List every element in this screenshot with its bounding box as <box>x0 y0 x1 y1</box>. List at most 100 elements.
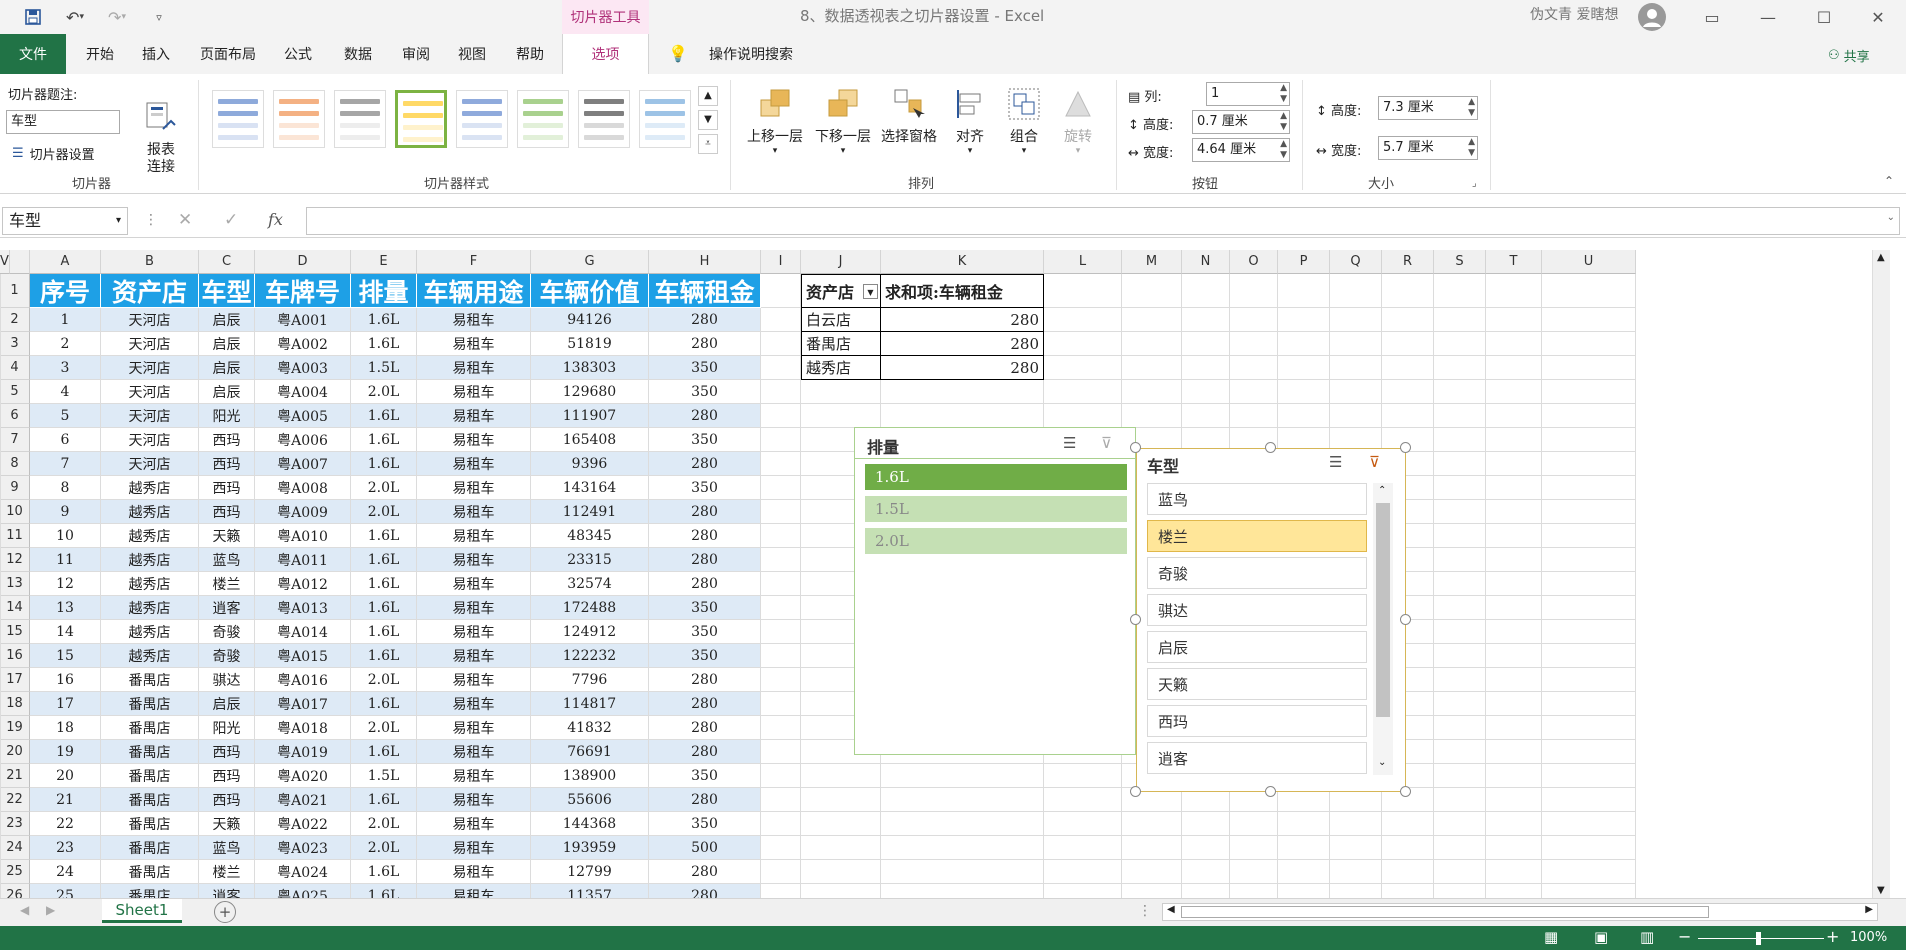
empty-cell[interactable] <box>1486 332 1542 356</box>
align-button[interactable]: 对齐 ▾ <box>946 86 994 156</box>
column-header[interactable]: B <box>101 250 199 274</box>
table-cell[interactable]: 15 <box>30 644 101 668</box>
chevron-down-icon[interactable]: ▾ <box>116 208 121 234</box>
empty-cell[interactable] <box>1486 476 1542 500</box>
table-cell[interactable]: 1.6L <box>351 596 417 620</box>
table-cell[interactable]: 1.6L <box>351 572 417 596</box>
scroll-left-icon[interactable]: ◀ <box>1167 904 1175 915</box>
empty-cell[interactable] <box>1278 812 1330 836</box>
table-cell[interactable]: 易租车 <box>417 596 531 620</box>
table-cell[interactable]: 280 <box>649 788 761 812</box>
empty-cell[interactable] <box>761 692 801 716</box>
column-header[interactable]: C <box>199 250 255 274</box>
table-cell[interactable]: 番禺店 <box>101 692 199 716</box>
empty-cell[interactable] <box>1486 644 1542 668</box>
empty-cell[interactable] <box>1542 476 1636 500</box>
table-cell[interactable]: 易租车 <box>417 476 531 500</box>
table-cell[interactable]: 350 <box>649 380 761 404</box>
empty-cell[interactable] <box>1278 308 1330 332</box>
empty-cell[interactable] <box>1382 404 1434 428</box>
table-cell[interactable]: 350 <box>649 428 761 452</box>
scroll-thumb[interactable] <box>1181 906 1709 918</box>
table-cell[interactable]: 112491 <box>531 500 649 524</box>
table-cell[interactable]: 番禺店 <box>101 788 199 812</box>
empty-cell[interactable] <box>1044 836 1122 860</box>
slicer-item[interactable]: 骐达 <box>1147 594 1367 626</box>
scroll-right-icon[interactable]: ▶ <box>1865 904 1873 915</box>
empty-cell[interactable] <box>1182 380 1230 404</box>
empty-cell[interactable] <box>761 308 801 332</box>
empty-cell[interactable] <box>1434 884 1486 898</box>
clear-filter-icon[interactable]: ⊽ <box>1101 434 1112 452</box>
table-cell[interactable]: 越秀店 <box>101 524 199 548</box>
table-cell[interactable]: 蓝鸟 <box>199 548 255 572</box>
more-icon[interactable]: ⋮ <box>1138 903 1152 919</box>
more-icon[interactable]: ⋮ <box>144 212 158 228</box>
empty-cell[interactable] <box>1542 884 1636 898</box>
empty-cell[interactable] <box>1230 404 1278 428</box>
table-cell[interactable]: 粤A021 <box>255 788 351 812</box>
empty-cell[interactable] <box>1486 716 1542 740</box>
scroll-thumb[interactable] <box>1376 503 1390 717</box>
prev-sheet-icon[interactable]: ◀ <box>20 903 29 917</box>
empty-cell[interactable] <box>0 644 1 668</box>
pivot-row-value[interactable]: 280 <box>881 356 1044 380</box>
selection-pane-button[interactable]: 选择窗格 <box>876 86 942 146</box>
table-cell[interactable]: 350 <box>649 812 761 836</box>
empty-cell[interactable] <box>1382 860 1434 884</box>
table-cell[interactable]: 启辰 <box>199 332 255 356</box>
empty-cell[interactable] <box>0 572 1 596</box>
table-cell[interactable]: 越秀店 <box>101 548 199 572</box>
empty-cell[interactable] <box>1278 884 1330 898</box>
empty-cell[interactable] <box>1486 596 1542 620</box>
row-header[interactable]: 12 <box>0 548 30 572</box>
empty-cell[interactable] <box>1542 812 1636 836</box>
empty-cell[interactable] <box>801 884 881 898</box>
table-cell[interactable]: 1.6L <box>351 620 417 644</box>
empty-cell[interactable] <box>1486 572 1542 596</box>
table-cell[interactable]: 94126 <box>531 308 649 332</box>
empty-cell[interactable] <box>1044 812 1122 836</box>
empty-cell[interactable] <box>1230 836 1278 860</box>
empty-cell[interactable] <box>761 812 801 836</box>
empty-cell[interactable] <box>0 452 1 476</box>
empty-cell[interactable] <box>761 620 801 644</box>
table-cell[interactable]: 易租车 <box>417 356 531 380</box>
empty-cell[interactable] <box>1044 332 1122 356</box>
table-cell[interactable]: 1.6L <box>351 644 417 668</box>
empty-cell[interactable] <box>1434 452 1486 476</box>
empty-cell[interactable] <box>761 572 801 596</box>
empty-cell[interactable] <box>1542 404 1636 428</box>
empty-cell[interactable] <box>1122 884 1182 898</box>
table-cell[interactable]: 天河店 <box>101 404 199 428</box>
empty-cell[interactable] <box>1486 812 1542 836</box>
table-cell[interactable]: 23315 <box>531 548 649 572</box>
table-cell[interactable]: 16 <box>30 668 101 692</box>
size-width-input[interactable]: 5.7 厘米 ▲ ▼ <box>1378 136 1478 160</box>
table-cell[interactable]: 天河店 <box>101 308 199 332</box>
empty-cell[interactable] <box>1278 380 1330 404</box>
table-cell[interactable]: 8 <box>30 476 101 500</box>
tab-view[interactable]: 视图 <box>446 34 498 74</box>
empty-cell[interactable] <box>1434 836 1486 860</box>
table-cell[interactable]: 280 <box>649 884 761 898</box>
slicer-item[interactable]: 蓝鸟 <box>1147 483 1367 515</box>
table-cell[interactable]: 易租车 <box>417 452 531 476</box>
empty-cell[interactable] <box>1542 308 1636 332</box>
table-cell[interactable]: 粤A018 <box>255 716 351 740</box>
table-cell[interactable]: 粤A002 <box>255 332 351 356</box>
column-header[interactable]: U <box>1542 250 1636 274</box>
empty-cell[interactable] <box>1542 668 1636 692</box>
empty-cell[interactable] <box>1486 500 1542 524</box>
table-cell[interactable]: 启辰 <box>199 356 255 380</box>
next-sheet-icon[interactable]: ▶ <box>46 903 55 917</box>
resize-handle[interactable] <box>1265 786 1276 797</box>
empty-cell[interactable] <box>1230 812 1278 836</box>
empty-cell[interactable] <box>0 884 1 898</box>
slicer-item[interactable]: 西玛 <box>1147 705 1367 737</box>
table-cell[interactable]: 天河店 <box>101 380 199 404</box>
empty-cell[interactable] <box>0 476 1 500</box>
empty-cell[interactable] <box>761 764 801 788</box>
resize-handle[interactable] <box>1130 442 1141 453</box>
empty-cell[interactable] <box>1382 836 1434 860</box>
